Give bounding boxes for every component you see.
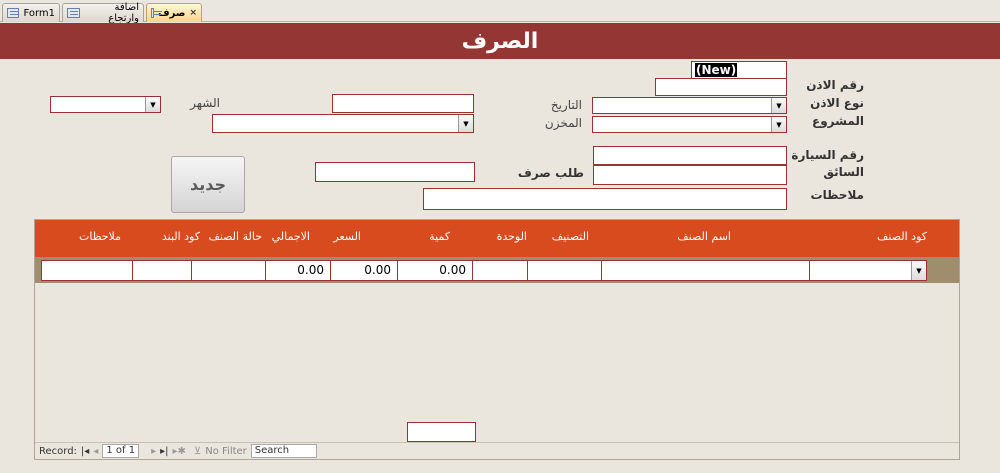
date-field[interactable] <box>332 94 474 113</box>
month-combo[interactable]: ▼ <box>50 96 161 113</box>
col-clause-code: كود البند <box>161 230 200 243</box>
date-label: التاريخ <box>550 98 582 112</box>
price-cell[interactable]: 0.00 <box>330 260 398 281</box>
col-price: السعر <box>333 230 361 243</box>
record-label: Record: <box>39 445 77 457</box>
subform-header: كود الصنف اسم الصنف التصنيف الوحدة كمية … <box>35 220 959 257</box>
filter-icon[interactable]: ⊻ <box>194 446 201 457</box>
request-label: طلب صرف <box>517 166 584 180</box>
record-position[interactable]: 1 of 1 <box>102 444 140 458</box>
close-icon[interactable]: × <box>189 8 197 18</box>
next-record-icon[interactable]: ▸ <box>151 446 156 457</box>
col-total: الاجمالي <box>271 230 310 243</box>
tab-sarf[interactable]: صرف × <box>146 3 202 22</box>
col-unit: الوحدة <box>496 230 527 243</box>
tab-form1-label: Form1 <box>23 7 55 19</box>
project-label: المشروع <box>812 114 864 128</box>
unit-cell[interactable] <box>472 260 528 281</box>
notes-label: ملاحظات <box>810 188 864 202</box>
tab-add-return[interactable]: اضافة وارتجاع <box>62 2 144 24</box>
col-item-code: كود الصنف <box>877 230 927 243</box>
form-header: الصرف <box>0 23 1000 59</box>
search-input[interactable]: Search <box>250 444 317 458</box>
form-icon <box>151 8 162 18</box>
item-code-combo[interactable]: ▼ <box>809 260 927 281</box>
prev-record-icon[interactable]: ◂ <box>93 446 98 457</box>
permit-type-combo[interactable]: ▼ <box>592 97 787 114</box>
form-icon <box>67 8 81 18</box>
form-icon <box>7 8 20 18</box>
sum-field[interactable] <box>407 422 476 442</box>
permit-type-label: نوع الاذن <box>810 96 864 110</box>
driver-label: السائق <box>823 165 864 179</box>
tab-sarf-label: صرف <box>157 7 186 19</box>
clause-code-cell[interactable] <box>132 260 192 281</box>
dropdown-arrow-icon[interactable]: ▼ <box>458 115 473 132</box>
car-no-label: رقم السيارة <box>791 148 864 162</box>
tab-add-return-label: اضافة وارتجاع <box>108 2 139 24</box>
permit-type-field[interactable] <box>655 78 787 96</box>
col-category: التصنيف <box>551 230 589 243</box>
col-item-name: اسم الصنف <box>677 230 731 243</box>
warehouse-combo[interactable]: ▼ <box>212 114 474 133</box>
permit-no-field[interactable]: (New) <box>691 61 787 79</box>
col-item-status: حالة الصنف <box>208 230 262 243</box>
quantity-cell[interactable]: 0.00 <box>397 260 473 281</box>
notes-cell[interactable] <box>41 260 133 281</box>
permit-no-label: رقم الاذن <box>806 78 864 92</box>
warehouse-label: المخزن <box>544 116 582 130</box>
dropdown-arrow-icon[interactable]: ▼ <box>911 261 926 280</box>
last-record-icon[interactable]: ▸| <box>160 446 168 457</box>
new-record-icon[interactable]: ▸✱ <box>173 446 186 457</box>
project-combo[interactable]: ▼ <box>592 116 787 133</box>
category-cell[interactable] <box>527 260 602 281</box>
dropdown-arrow-icon[interactable]: ▼ <box>145 97 160 112</box>
items-subform: كود الصنف اسم الصنف التصنيف الوحدة كمية … <box>34 219 960 460</box>
car-no-field[interactable] <box>593 146 787 165</box>
document-tabs: Form1 اضافة وارتجاع صرف × <box>0 0 1000 24</box>
request-field[interactable] <box>315 162 475 182</box>
total-cell[interactable]: 0.00 <box>265 260 331 281</box>
col-quantity: كمية <box>429 230 450 243</box>
notes-field[interactable] <box>423 188 787 210</box>
month-label: الشهر <box>190 96 220 110</box>
page-title: الصرف <box>461 28 539 54</box>
driver-field[interactable] <box>593 165 787 185</box>
tab-form1[interactable]: Form1 <box>2 3 60 22</box>
new-button[interactable]: جديد <box>171 156 245 213</box>
item-status-cell[interactable] <box>191 260 266 281</box>
first-record-icon[interactable]: |◂ <box>81 446 89 457</box>
filter-label[interactable]: No Filter <box>205 446 247 457</box>
dropdown-arrow-icon[interactable]: ▼ <box>771 98 786 113</box>
col-notes: ملاحظات <box>79 230 121 243</box>
item-name-cell[interactable] <box>601 260 810 281</box>
record-navigator: Record: |◂ ◂ 1 of 1 ▸ ▸| ▸✱ ⊻ No Filter … <box>35 442 959 459</box>
dropdown-arrow-icon[interactable]: ▼ <box>771 117 786 132</box>
